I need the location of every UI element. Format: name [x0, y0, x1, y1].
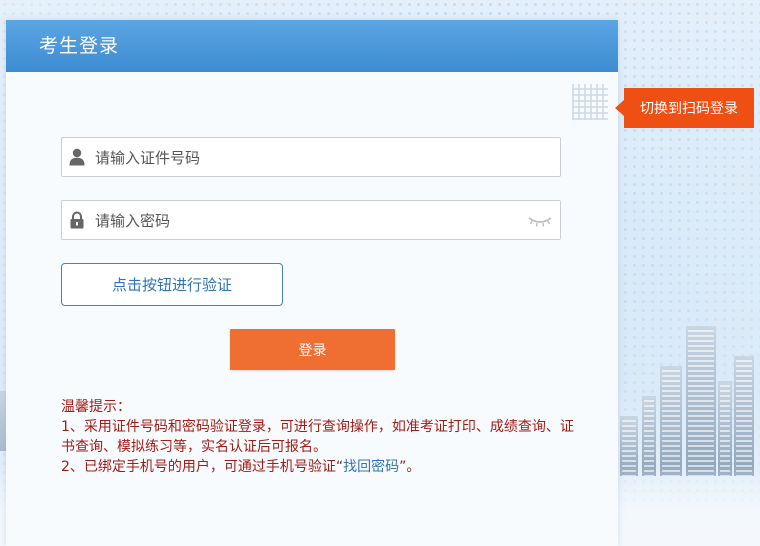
tips-line-2-prefix: 2、已绑定手机号的用户，可通过手机号验证“ — [61, 459, 344, 475]
tips-line-2: 2、已绑定手机号的用户，可通过手机号验证“找回密码”。 — [61, 457, 581, 477]
lock-icon — [69, 211, 85, 229]
tips-title: 温馨提示： — [61, 399, 131, 415]
login-panel: 考生登录 点击按 — [6, 20, 618, 546]
login-button[interactable]: 登录 — [230, 329, 395, 370]
password-input[interactable] — [93, 201, 517, 241]
id-number-input[interactable] — [93, 138, 517, 178]
password-field[interactable] — [61, 200, 561, 241]
corner-decoration — [572, 84, 608, 120]
verify-button[interactable]: 点击按钮进行验证 — [61, 263, 283, 306]
switch-to-qr-login-tab[interactable]: 切换到扫码登录 — [615, 88, 754, 128]
id-number-field[interactable] — [61, 137, 561, 178]
tips-line-1: 1、采用证件号码和密码验证登录，可进行查询操作，如准考证打印、成绩查询、证书查询… — [61, 419, 574, 455]
background-skyline — [600, 276, 760, 476]
panel-title: 考生登录 — [6, 20, 618, 72]
eye-closed-icon[interactable] — [528, 213, 552, 227]
user-icon — [69, 148, 85, 166]
tips-section: 温馨提示： 1、采用证件号码和密码验证登录，可进行查询操作，如准考证打印、成绩查… — [61, 397, 581, 477]
find-password-link[interactable]: 找回密码 — [343, 459, 399, 475]
tips-line-2-suffix: ”。 — [399, 459, 421, 475]
